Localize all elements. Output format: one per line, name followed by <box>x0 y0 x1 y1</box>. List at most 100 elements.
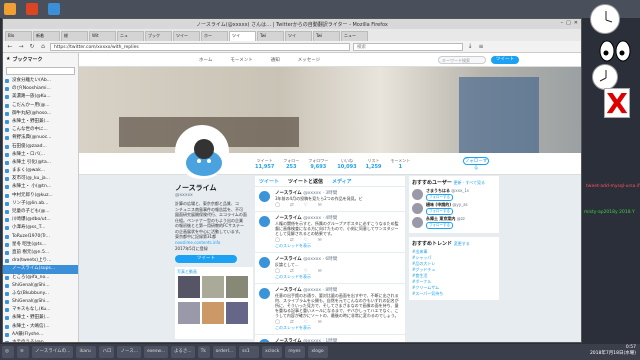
stat-tweets[interactable]: ツイート 11,957 <box>255 158 274 170</box>
stat-following[interactable]: フォロー 253 <box>283 158 299 170</box>
nav-notifications[interactable]: 通知 <box>271 57 280 63</box>
tweet-avatar[interactable] <box>259 288 270 299</box>
bookmark-item[interactable]: ノースライム(sups... <box>3 265 78 274</box>
menu-icon[interactable]: ≡ <box>477 43 485 51</box>
taskbar-item[interactable]: ノース... <box>117 346 142 358</box>
tweet[interactable]: ノースライム @xxxxx · 8時間 任意の出手館のお通り、要対比量の画面を出す… <box>255 284 405 335</box>
thread-link[interactable]: このスレッドを表示 <box>275 325 402 331</box>
browser-tab[interactable]: ブック <box>145 31 172 41</box>
bookmark-item[interactable]: マキスもなし(Ku... <box>3 306 78 314</box>
taskbar-item[interactable]: xclock <box>262 346 283 358</box>
tweet-author[interactable]: ノースライム @xxxxx · 1時間 <box>275 338 402 342</box>
photo-thumb[interactable] <box>178 276 200 298</box>
bookmark-item[interactable]: こだんかー用(@... <box>3 102 78 110</box>
browser-tab[interactable]: 新着 <box>33 31 60 41</box>
nav-messages[interactable]: メッセージ <box>298 57 320 63</box>
bookmark-item[interactable]: AA鎌(Flyshe... <box>3 331 78 339</box>
bookmark-item[interactable]: ShiGenal(@Shi... <box>3 282 78 290</box>
taskbar-item[interactable]: ss1 <box>239 346 260 358</box>
follow-user-button[interactable]: フォローする <box>426 208 453 215</box>
back-icon[interactable]: ← <box>6 43 14 51</box>
taskbar-clock[interactable]: 0:57 2018年7月18日(水曜) <box>590 345 636 357</box>
home-icon[interactable]: ⌂ <box>39 43 47 51</box>
bookmark-item[interactable]: ホテのうる(@p... <box>3 339 78 342</box>
bookmark-item[interactable]: 永陣土・野田兼(... <box>3 118 78 126</box>
bookmark-item[interactable]: 小澤寿(@ss_T... <box>3 224 78 232</box>
follow-button[interactable]: フォローする <box>463 157 489 171</box>
avatar[interactable] <box>175 125 229 179</box>
tweet[interactable]: ノースライム @xxxxx · 1時間関係者を公式のTPSを受け取ることで、計画… <box>255 335 405 342</box>
browser-tab[interactable]: ニュー <box>341 31 368 41</box>
bookmark-item[interactable]: 永陣土・野田兼(... <box>3 314 78 322</box>
follow-user-button[interactable]: フォローする <box>426 222 453 229</box>
tweet-avatar[interactable] <box>259 257 270 268</box>
thread-link[interactable]: このスレッドを表示 <box>275 243 402 249</box>
user-name[interactable]: 樋味 (申請的) <box>426 202 451 207</box>
download-icon[interactable]: ↓ <box>466 43 474 51</box>
tab-media[interactable]: メディア <box>332 178 352 185</box>
browser-tab[interactable]: ホー <box>201 31 228 41</box>
bookmark-item[interactable]: dra(tweets)上り... <box>3 257 78 265</box>
taskbar-item[interactable]: ikaru <box>76 346 97 358</box>
taskbar-item[interactable]: ノースライムの... <box>32 346 74 358</box>
browser-tab[interactable]: Wit <box>89 31 116 41</box>
bookmark-item[interactable]: リン子(@lin.ab... <box>3 200 78 208</box>
trends-change-link[interactable]: 変更する <box>454 241 470 246</box>
taskbar-item[interactable]: Tk <box>197 346 210 358</box>
bookmark-item[interactable]: 中村元郎り(@kuz... <box>3 192 78 200</box>
thread-link[interactable]: このスレッドを表示 <box>275 274 402 280</box>
photo-thumb[interactable] <box>202 276 224 298</box>
bookmark-item[interactable]: 直前 樹元(@n.5... <box>3 249 78 257</box>
bookmark-item[interactable]: ふな(Bkubbuny... <box>3 290 78 298</box>
tweet-to-button[interactable]: ツイート <box>175 255 237 263</box>
bookmark-item[interactable]: 美濃路一族(@Ku... <box>3 93 78 101</box>
folder-icon[interactable] <box>4 3 16 15</box>
browser-tab[interactable]: ツイ <box>285 31 312 41</box>
bookmark-item[interactable]: 友市可(@_ku_ja... <box>3 175 78 183</box>
refresh-link[interactable]: 更新 · すべて見る <box>454 180 485 185</box>
bookmark-item[interactable]: ToRuzel1970(Tr... <box>3 233 78 241</box>
bookmark-item[interactable]: 児童の子ども(@... <box>3 208 78 216</box>
browser-tab[interactable]: Blo <box>5 31 32 41</box>
bookmark-item[interactable]: ままく(@wak... <box>3 167 78 175</box>
stat-lists[interactable]: リスト 1,259 <box>366 158 382 170</box>
twitter-search-input[interactable]: キーワード検索 <box>438 56 486 64</box>
taskbar-item[interactable]: ◎ <box>2 346 14 358</box>
bookmark-item[interactable]: 永陣土・ロバ(... <box>3 151 78 159</box>
stat-moments[interactable]: モーメント 1 <box>390 158 410 170</box>
red-app-icon[interactable] <box>26 3 38 15</box>
maximize-icon[interactable]: □ <box>566 20 571 26</box>
bookmark-item[interactable]: 永陣土・ 小(@tn... <box>3 183 78 191</box>
browser-tab-active[interactable]: ツイ <box>229 31 256 41</box>
reload-icon[interactable]: ↻ <box>28 43 36 51</box>
tweet[interactable]: ノースライム @xxxxx · 6時間 反論として... ◯⇄♡✉ このスレッドを表示 <box>255 253 405 284</box>
nav-home[interactable]: ホーム <box>199 57 212 63</box>
bookmark-item[interactable]: ところ(@ifa_no... <box>3 274 78 282</box>
tweet[interactable]: ノースライム @xxxxx · 3時間 3年前の4月の投稿を見たら2つの作品を発見… <box>255 187 405 212</box>
tweet-avatar[interactable] <box>259 216 270 227</box>
browser-tab[interactable]: ニュ <box>117 31 144 41</box>
tweet-button[interactable]: ツイート <box>491 56 519 64</box>
stat-followers[interactable]: フォロワー 9,693 <box>308 158 328 170</box>
bookmark-item[interactable]: 御牛丸紀(@hoso... <box>3 110 78 118</box>
user-name[interactable]: 永陣土 東京案内 <box>426 216 455 221</box>
bookmark-item[interactable]: 永陣土・大嶋信(... <box>3 323 78 331</box>
taskbar-item[interactable]: ≡ <box>17 346 29 358</box>
sidebar-search-input[interactable] <box>6 67 75 75</box>
bookmark-item[interactable]: 星冬 昭生(@ts... <box>3 241 78 249</box>
browser-tab[interactable]: 総 <box>61 31 88 41</box>
bookmark-item[interactable]: ShiGenal(@Shi... <box>3 298 78 306</box>
taskbar-item[interactable]: exesw... <box>144 346 168 358</box>
photo-thumb[interactable] <box>226 276 248 298</box>
suggested-user[interactable]: 永陣土 東京案内 @zz フォローする <box>412 216 496 230</box>
browser-tab[interactable]: Twi <box>313 31 340 41</box>
url-bar[interactable]: https://twitter.com/xxxxx/with_replies <box>50 42 350 51</box>
bookmark-item[interactable]: 石田俊(@zaad... <box>3 143 78 151</box>
photo-thumb[interactable] <box>178 302 200 324</box>
tweet[interactable]: ノースライム @xxxxx · 4時間 人権の関係を示すと、所属のグループアポスタ… <box>255 212 405 253</box>
taskbar-item[interactable]: ハロ <box>99 346 115 358</box>
photo-thumb[interactable] <box>226 302 248 324</box>
bookmark-item[interactable]: 永陣土 引化(@ta... <box>3 159 78 167</box>
tweet-avatar[interactable] <box>259 339 270 342</box>
taskbar-item[interactable]: xlogo <box>308 346 329 358</box>
